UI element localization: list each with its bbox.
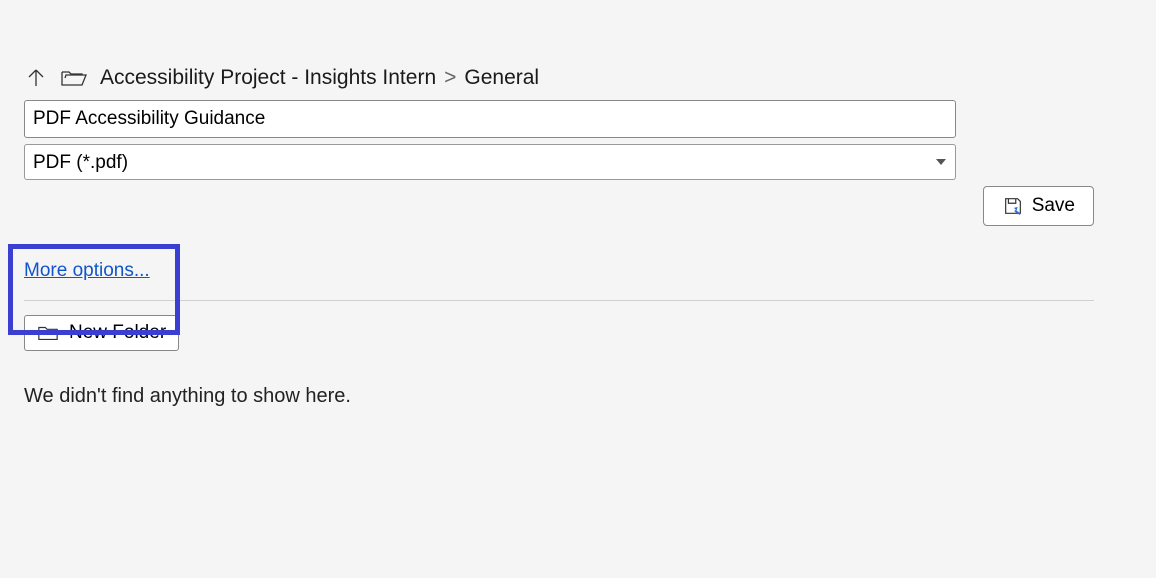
breadcrumb-current[interactable]: General — [464, 66, 539, 90]
filetype-select[interactable]: PDF (*.pdf) — [24, 144, 956, 180]
save-button[interactable]: Save — [983, 186, 1094, 226]
up-arrow-icon[interactable] — [24, 66, 48, 90]
empty-state-text: We didn't find anything to show here. — [24, 385, 1132, 408]
breadcrumb-separator: > — [444, 66, 456, 90]
more-options-link[interactable]: More options... — [24, 260, 150, 282]
new-folder-label: New Folder — [69, 322, 166, 344]
new-folder-icon — [37, 324, 59, 342]
save-icon — [1002, 195, 1024, 217]
breadcrumb-folder[interactable]: Accessibility Project - Insights Intern — [100, 66, 436, 90]
folder-open-icon[interactable] — [60, 66, 88, 90]
new-folder-button[interactable]: New Folder — [24, 315, 179, 351]
save-button-label: Save — [1032, 195, 1075, 217]
divider — [24, 300, 1094, 301]
filename-input[interactable] — [24, 100, 956, 138]
